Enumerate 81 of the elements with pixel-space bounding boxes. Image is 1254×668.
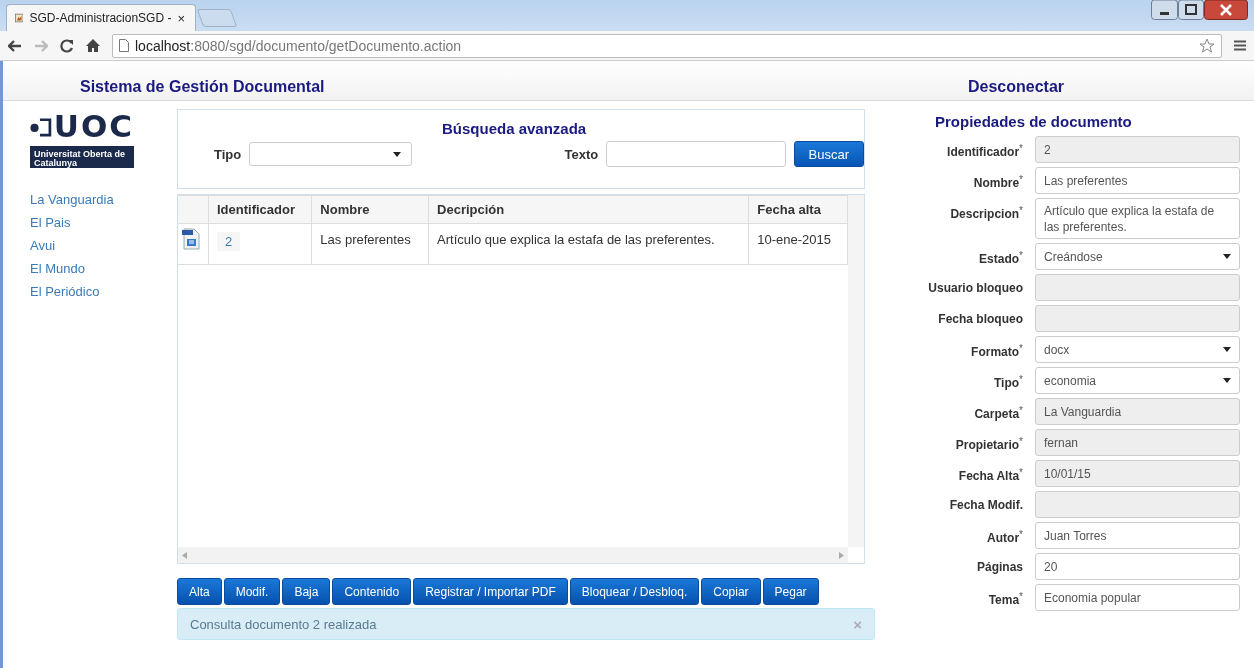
text-field[interactable]: Economia popular xyxy=(1035,584,1240,611)
reload-icon[interactable] xyxy=(60,38,74,53)
table-cell: Artículo que explica la estafa de las preferentes. xyxy=(428,223,749,265)
action-button[interactable]: Contenido xyxy=(332,578,412,605)
search-button[interactable]: Buscar xyxy=(793,141,864,167)
home-icon[interactable] xyxy=(86,39,100,52)
column-header[interactable]: Decripción xyxy=(428,195,749,224)
field-label: Fecha Alta$^{*}$ xyxy=(957,466,1023,483)
dropdown-caret-icon xyxy=(1223,378,1231,383)
type-label: Tipo xyxy=(214,146,242,162)
logo-caption: Universitat Oberta de Catalunya xyxy=(30,146,134,168)
action-button[interactable]: Registrar / Importar PDF xyxy=(413,578,568,605)
scroll-left-arrow-icon[interactable] xyxy=(182,551,187,559)
field-label: Páginas xyxy=(975,559,1023,574)
dropdown[interactable]: Creándose xyxy=(1035,243,1240,270)
dropdown[interactable]: docx xyxy=(1035,336,1240,363)
properties-title: Propiedades de documento xyxy=(935,113,1132,130)
vertical-scrollbar[interactable] xyxy=(848,195,864,547)
text-field[interactable]: Juan Torres xyxy=(1035,522,1240,549)
type-dropdown[interactable] xyxy=(249,142,412,166)
field-label: Formato$^{*}$ xyxy=(970,342,1023,359)
address-bar[interactable]: localhost:8080/sgd/documento/getDocumento.action xyxy=(112,33,1222,58)
maximize-button[interactable] xyxy=(1178,0,1204,20)
dropdown-caret-icon xyxy=(392,151,401,157)
folder-link[interactable]: El Mundo xyxy=(30,257,85,280)
field-label: Fecha bloqueo xyxy=(937,311,1023,326)
status-message: Consulta documento 2 realizada xyxy=(190,616,377,632)
text-field[interactable] xyxy=(606,141,786,167)
close-button[interactable] xyxy=(1204,0,1248,20)
field-label: Identificador$^{*}$ xyxy=(946,142,1023,159)
action-button[interactable]: Alta xyxy=(177,578,222,605)
document-icon xyxy=(182,228,200,250)
back-arrow-icon[interactable] xyxy=(8,39,22,52)
star-icon[interactable] xyxy=(1199,38,1215,53)
table-cell: 10-ene-2015 xyxy=(748,223,848,265)
app-title: Sistema de Gestión Documental xyxy=(80,78,325,96)
text-field[interactable]: Las preferentes xyxy=(1035,167,1240,194)
dropdown[interactable]: economia xyxy=(1035,367,1240,394)
folder-link[interactable]: El Periódico xyxy=(30,280,100,303)
field-label: Tema$^{*}$ xyxy=(987,590,1023,607)
text-label: Texto xyxy=(564,146,599,162)
document-id-link[interactable]: 2 xyxy=(217,232,241,251)
dropdown-caret-icon xyxy=(1223,254,1231,259)
field-label: Tipo$^{*}$ xyxy=(993,373,1023,390)
column-header[interactable]: Nombre xyxy=(311,195,429,224)
folder-link[interactable]: El Pais xyxy=(30,211,71,234)
text-area[interactable]: Artículo que explica la estafa de las preferentes. xyxy=(1035,198,1240,239)
column-header[interactable]: Identificador xyxy=(208,195,312,224)
dropdown-caret-icon xyxy=(1223,347,1231,352)
action-button[interactable]: Bloquear / Desbloq. xyxy=(569,578,700,605)
tab-close-button[interactable]: × xyxy=(177,10,185,26)
logout-link[interactable]: Desconectar xyxy=(968,78,1254,96)
scroll-right-arrow-icon[interactable] xyxy=(839,551,844,559)
new-tab-button[interactable] xyxy=(196,9,238,27)
field-label: Descripcion$^{*}$ xyxy=(949,204,1023,221)
field-label: Nombre$^{*}$ xyxy=(972,173,1023,190)
field-label: Usuario bloqueo xyxy=(927,280,1023,295)
search-title: Búsqueda avanzada xyxy=(442,120,587,137)
text-field[interactable]: 20 xyxy=(1035,553,1240,580)
logo: UOC xyxy=(30,111,134,142)
field-label: Estado$^{*}$ xyxy=(978,249,1023,266)
action-button[interactable]: Copiar xyxy=(701,578,761,605)
menu-icon[interactable] xyxy=(1234,40,1246,51)
action-button[interactable]: Modif. xyxy=(223,578,281,605)
field-label: Autor$^{*}$ xyxy=(986,528,1023,545)
folder-link[interactable]: La Vanguardia xyxy=(30,188,114,211)
table-cell: Las preferentes xyxy=(311,223,429,265)
url-text: localhost:8080/sgd/documento/getDocumento.action xyxy=(135,37,462,54)
favicon-icon xyxy=(15,11,24,25)
page-icon xyxy=(119,39,129,52)
action-button[interactable]: Pegar xyxy=(762,578,819,605)
field-label: Propietario$^{*}$ xyxy=(954,435,1023,452)
horizontal-scrollbar[interactable] xyxy=(178,547,848,563)
column-header[interactable]: Fecha alta xyxy=(748,195,848,224)
browser-tab[interactable]: SGD-AdministracionSGD - × xyxy=(6,4,196,31)
field-label: Fecha Modif. xyxy=(948,497,1023,512)
folder-link[interactable]: Avui xyxy=(30,234,56,257)
field-label: Carpeta$^{*}$ xyxy=(973,404,1023,421)
minimize-button[interactable] xyxy=(1151,0,1178,20)
forward-arrow-icon[interactable] xyxy=(34,39,48,52)
action-button[interactable]: Baja xyxy=(282,578,331,605)
